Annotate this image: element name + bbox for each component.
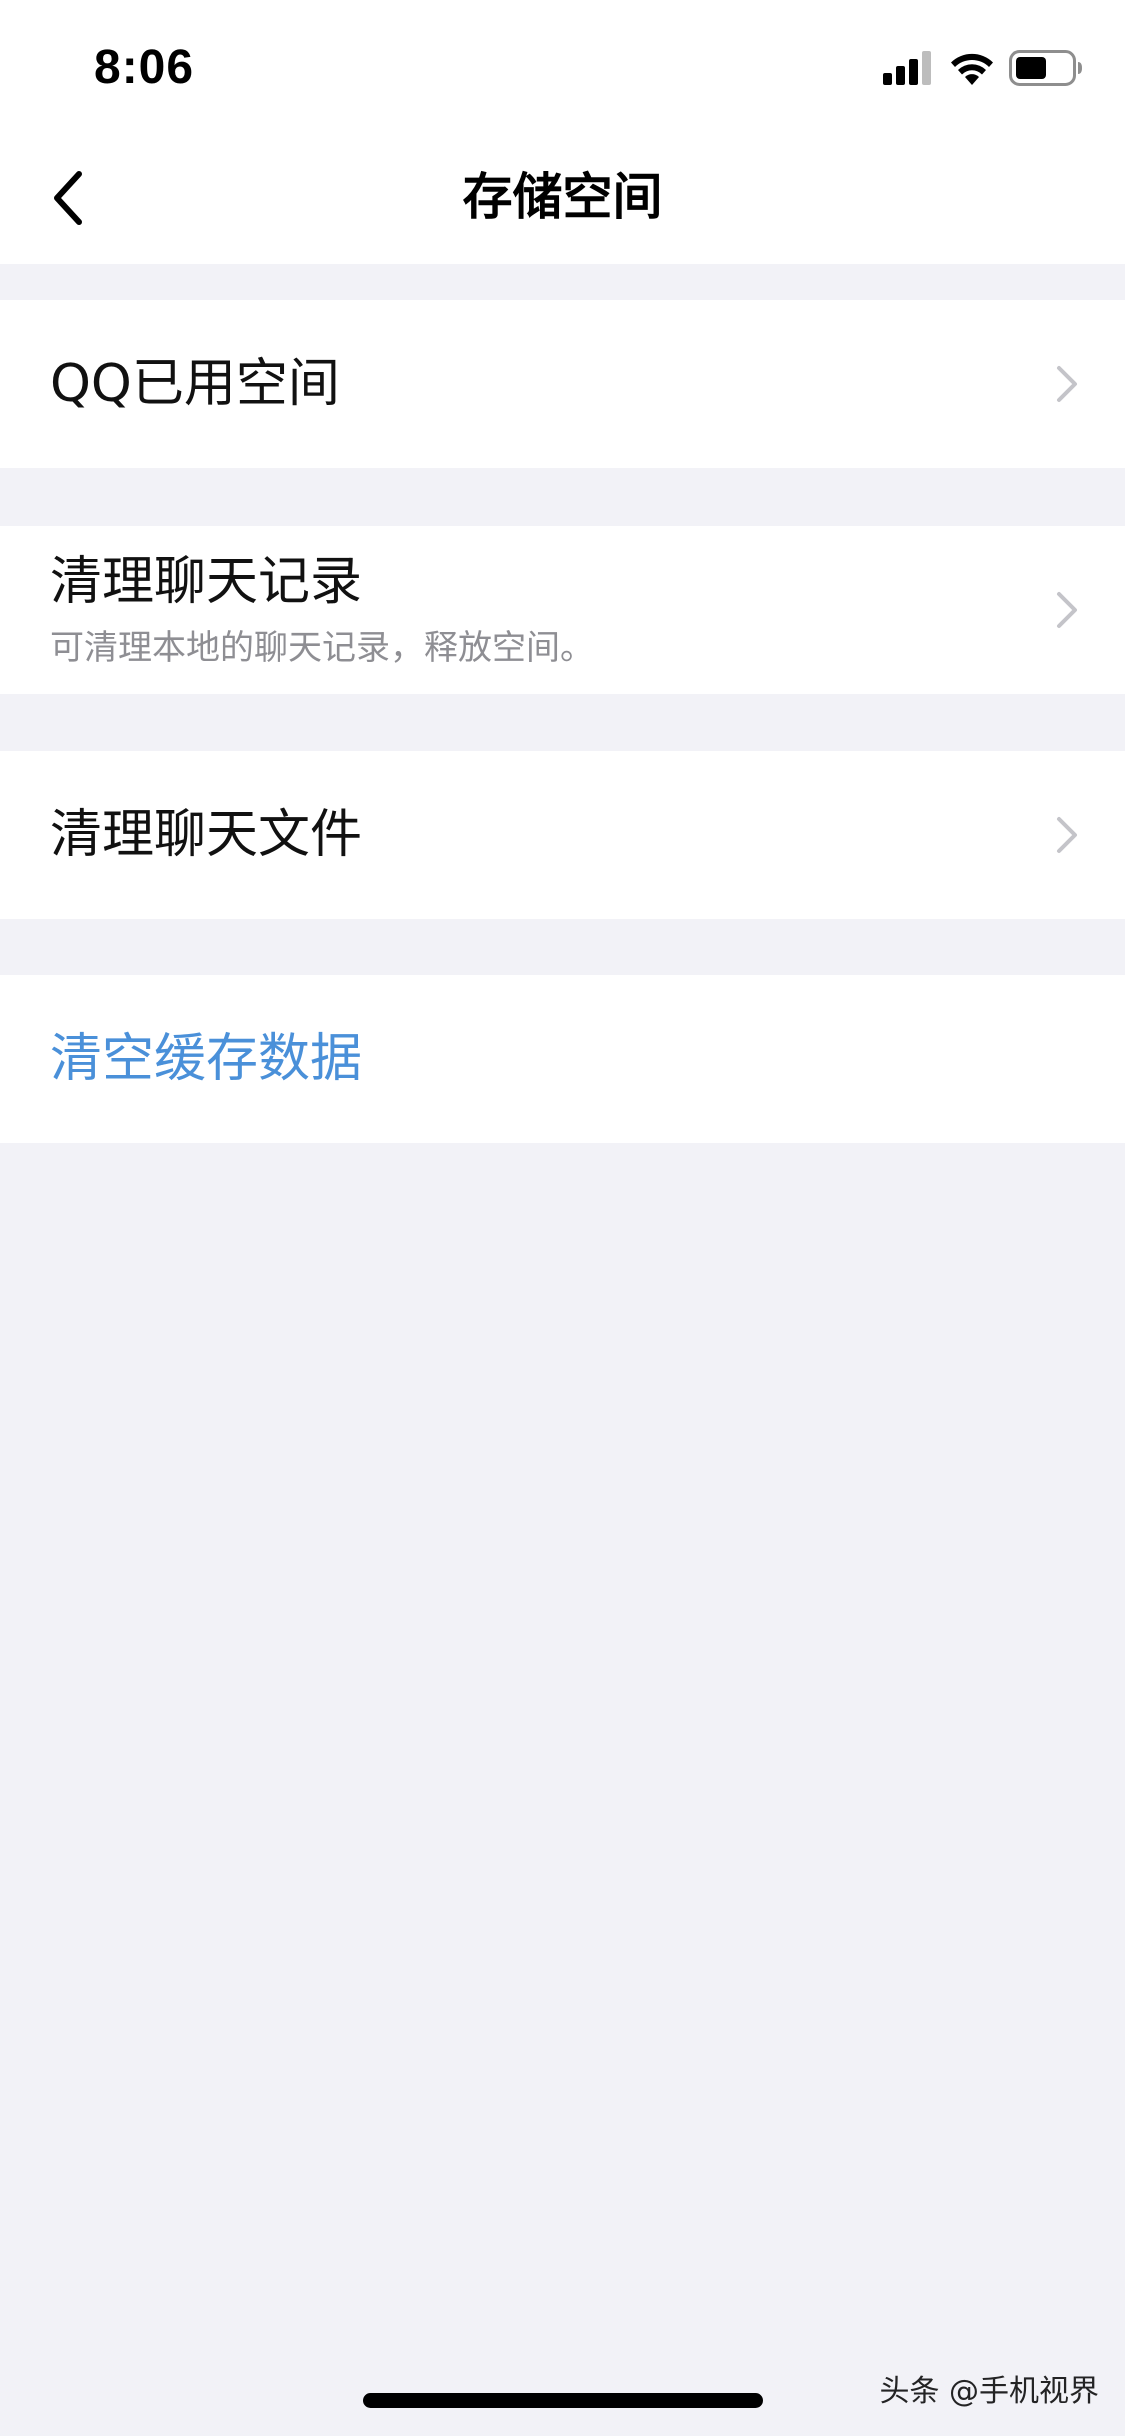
chevron-right-icon [1057, 592, 1077, 628]
list-item-clear-chat-files[interactable]: 清理聊天文件 [0, 751, 1125, 919]
chevron-right-icon [1057, 366, 1077, 402]
list-item-qq-used-space[interactable]: QQ已用空间 [0, 300, 1125, 468]
list-item-title: QQ已用空间 [50, 354, 340, 414]
page-title: 存储空间 [462, 168, 663, 226]
cellular-signal-icon [883, 51, 931, 85]
clear-cache-label: 清空缓存数据 [50, 1029, 363, 1089]
list-item-title: 清理聊天记录 [50, 552, 363, 612]
nav-bar: 存储空间 [0, 132, 1125, 264]
wifi-icon [951, 53, 993, 85]
chevron-right-icon [1057, 817, 1077, 853]
status-bar: 8:06 [0, 0, 1125, 132]
home-indicator[interactable] [363, 2393, 763, 2408]
list-item-subtitle: 可清理本地的聊天记录，释放空间。 [50, 628, 594, 668]
clear-cache-button[interactable]: 清空缓存数据 [0, 975, 1125, 1143]
status-icons [883, 48, 1083, 88]
list-item-clear-chat-history[interactable]: 清理聊天记录 可清理本地的聊天记录，释放空间。 [0, 526, 1125, 694]
status-time: 8:06 [94, 41, 195, 94]
watermark: 头条 @手机视界 [879, 2374, 1099, 2409]
list-item-title: 清理聊天文件 [50, 805, 363, 865]
battery-icon [1009, 50, 1082, 86]
